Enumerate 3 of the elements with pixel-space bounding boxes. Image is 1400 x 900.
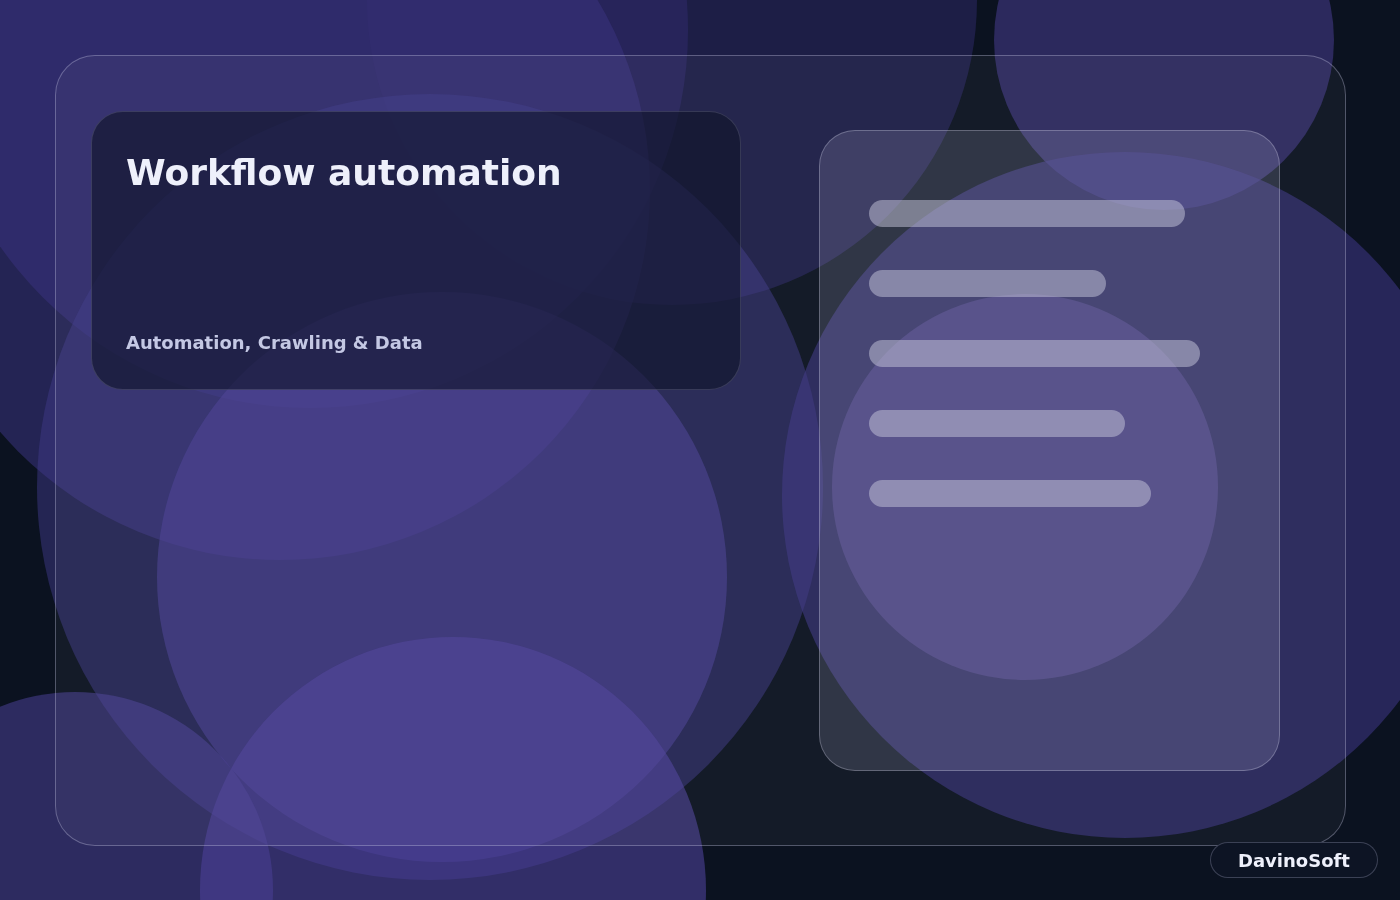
subtitle: Automation, Crawling & Data xyxy=(126,332,424,353)
title: Workflow automation xyxy=(126,152,563,193)
brand-badge: DavinoSoft xyxy=(1210,842,1378,878)
